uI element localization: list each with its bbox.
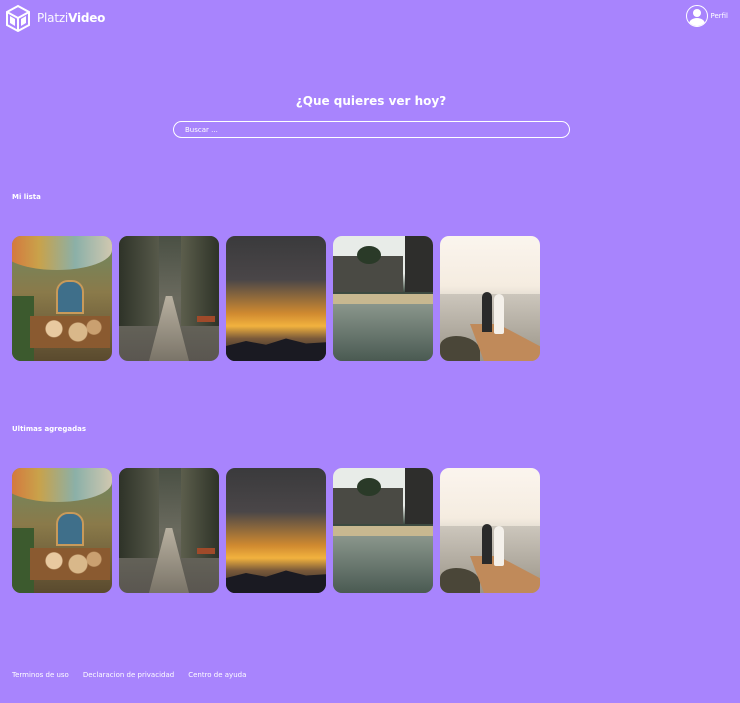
carousel-item[interactable]: [226, 236, 326, 361]
search-title: ¿Que quieres ver hoy?: [295, 94, 447, 108]
search-input[interactable]: [173, 121, 570, 138]
profile-menu[interactable]: Perfil: [686, 5, 728, 27]
logo-text: PlatziVideo: [37, 11, 105, 25]
carousel-item[interactable]: [333, 468, 433, 593]
carousel-item[interactable]: [12, 468, 112, 593]
carousel-item[interactable]: [12, 236, 112, 361]
profile-label: Perfil: [710, 12, 728, 20]
footer-link-terms[interactable]: Terminos de uso: [12, 671, 69, 679]
platzi-video-logo-icon: [6, 4, 30, 32]
carousel-item[interactable]: [333, 236, 433, 361]
carousel-item[interactable]: [119, 236, 219, 361]
footer-link-privacy[interactable]: Declaracion de privacidad: [83, 671, 174, 679]
logo-text-bold: Video: [68, 11, 106, 25]
carousel-item[interactable]: [440, 236, 540, 361]
section-title-ultimas-agregadas: Ultimas agregadas: [12, 425, 87, 433]
carousel-mi-lista: [12, 236, 540, 361]
footer: Terminos de uso Declaracion de privacida…: [12, 671, 246, 679]
carousel-item[interactable]: [440, 468, 540, 593]
carousel-item[interactable]: [119, 468, 219, 593]
header: PlatziVideo Perfil: [0, 0, 740, 36]
user-avatar-icon: [686, 5, 709, 27]
page: PlatziVideo Perfil ¿Que quieres ver hoy?…: [0, 0, 740, 703]
footer-link-help[interactable]: Centro de ayuda: [188, 671, 246, 679]
carousel-item[interactable]: [226, 468, 326, 593]
carousel-ultimas-agregadas: [12, 468, 540, 593]
logo[interactable]: PlatziVideo: [4, 4, 105, 32]
logo-text-light: Platzi: [37, 11, 69, 25]
section-title-mi-lista: Mi lista: [12, 193, 41, 201]
